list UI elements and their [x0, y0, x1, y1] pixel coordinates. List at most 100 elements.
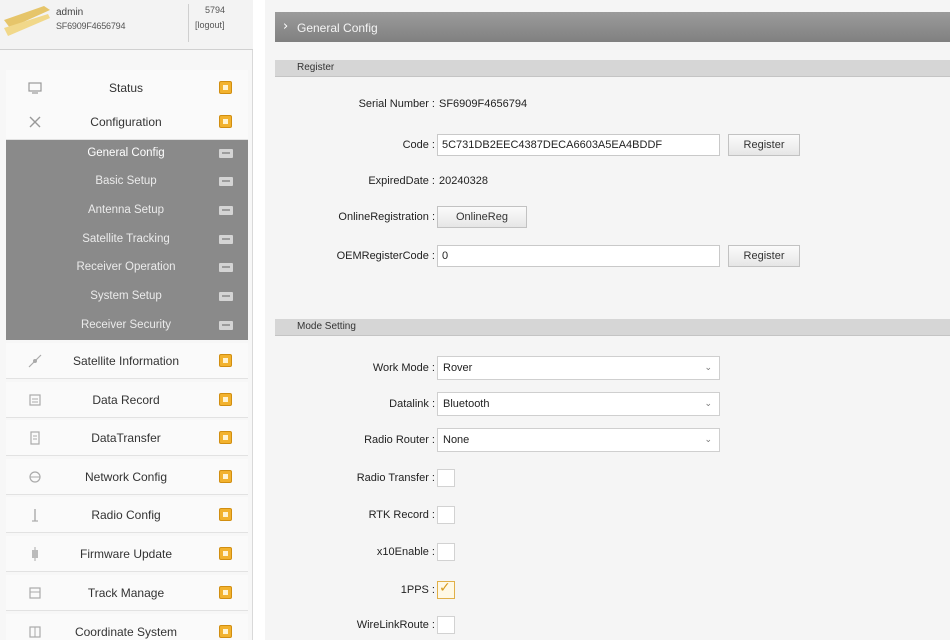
sidebar-item-coordinate-system[interactable]: Coordinate System: [6, 614, 248, 640]
sidebar-item-label: Track Manage: [87, 586, 165, 600]
code-input[interactable]: [437, 134, 720, 156]
submenu-item-satellite-tracking[interactable]: Satellite Tracking: [6, 226, 248, 254]
submenu-item-antenna-setup[interactable]: Antenna Setup: [6, 197, 248, 225]
logo-icon: [4, 6, 50, 36]
submenu-arrow-icon: [219, 263, 233, 272]
work-mode-value: Rover: [443, 362, 473, 374]
sidebar-item-network-config[interactable]: Network Config: [6, 459, 248, 495]
sidebar-item-datatransfer[interactable]: DataTransfer: [6, 420, 248, 456]
section-title: Register: [297, 62, 335, 73]
radio-router-select[interactable]: None ⌄: [437, 428, 720, 452]
sidebar-item-label: Coordinate System: [74, 625, 178, 639]
rtk-record-label: RTK Record :: [368, 509, 435, 521]
wirelink-route-checkbox[interactable]: [437, 616, 455, 634]
submenu-item-label: System Setup: [90, 290, 162, 302]
sidebar-item-label: Satellite Information: [72, 354, 180, 368]
configuration-submenu: General Config Basic Setup Antenna Setup…: [6, 140, 248, 340]
expand-badge-icon: [219, 431, 232, 444]
submenu-arrow-icon: [219, 235, 233, 244]
x10-enable-checkbox[interactable]: [437, 543, 455, 561]
sidebar-item-label: Data Record: [92, 393, 160, 407]
sidebar-item-label: Network Config: [84, 470, 168, 484]
logout-link[interactable]: [logout]: [195, 20, 225, 30]
pps-label: 1PPS :: [400, 584, 435, 596]
submenu-arrow-icon: [219, 292, 233, 301]
wirelink-route-label: WireLinkRoute :: [356, 619, 435, 631]
expand-badge-icon: [219, 625, 232, 638]
monitor-icon: [28, 82, 42, 94]
sidebar-item-track-manage[interactable]: Track Manage: [6, 575, 248, 611]
code-label: Code :: [402, 139, 435, 151]
oem-register-button[interactable]: Register: [728, 245, 800, 267]
chevron-down-icon: ⌄: [704, 399, 712, 409]
user-name: admin: [56, 7, 84, 18]
sidebar-item-label: DataTransfer: [91, 431, 161, 445]
expand-badge-icon: [219, 115, 232, 128]
expand-badge-icon: [219, 586, 232, 599]
user-serial: SF6909F4656794: [56, 21, 126, 31]
submenu-item-label: Antenna Setup: [87, 204, 165, 216]
submenu-item-receiver-operation[interactable]: Receiver Operation: [6, 254, 248, 282]
submenu-item-general-config[interactable]: General Config: [6, 140, 248, 168]
submenu-arrow-icon: [219, 206, 233, 215]
coordinate-icon: [29, 626, 41, 638]
work-mode-select[interactable]: Rover ⌄: [437, 356, 720, 380]
network-icon: [29, 471, 41, 483]
firmware-icon: [32, 547, 38, 561]
pps-checkbox[interactable]: ✓: [437, 580, 455, 599]
rtk-record-checkbox[interactable]: [437, 506, 455, 524]
expand-badge-icon: [219, 508, 232, 521]
datalink-value: Bluetooth: [443, 398, 490, 410]
work-mode-label: Work Mode :: [372, 362, 435, 374]
register-button[interactable]: Register: [728, 134, 800, 156]
sidebar-item-label: Firmware Update: [79, 547, 173, 561]
mode-setting-section-header: Mode Setting: [275, 319, 950, 336]
datalink-label: Datalink :: [389, 398, 435, 410]
sidebar-item-satellite-information[interactable]: Satellite Information: [6, 343, 248, 379]
serial-number-value: SF6909F4656794: [439, 98, 528, 110]
chevron-right-icon: ›: [283, 19, 289, 34]
radio-router-label: Radio Router :: [364, 434, 435, 446]
user-panel: admin SF6909F4656794 5794 [logout]: [0, 0, 253, 50]
submenu-item-receiver-security[interactable]: Receiver Security: [6, 312, 248, 340]
oem-register-code-input[interactable]: [437, 245, 720, 267]
sidebar: admin SF6909F4656794 5794 [logout] Statu…: [0, 0, 253, 640]
expired-date-value: 20240328: [439, 175, 488, 187]
oem-register-code-label: OEMRegisterCode :: [336, 250, 435, 262]
sidebar-item-radio-config[interactable]: Radio Config: [6, 497, 248, 533]
expired-date-label: ExpiredDate :: [368, 175, 435, 187]
x10-enable-label: x10Enable :: [376, 546, 435, 558]
submenu-item-label: Receiver Operation: [76, 261, 176, 273]
datalink-select[interactable]: Bluetooth ⌄: [437, 392, 720, 416]
sidebar-item-label: Radio Config: [91, 508, 161, 522]
radio-transfer-checkbox[interactable]: [437, 469, 455, 487]
section-title: Mode Setting: [297, 321, 356, 332]
radio-icon: [32, 509, 38, 522]
sidebar-item-firmware-update[interactable]: Firmware Update: [6, 536, 248, 572]
sidebar-item-configuration[interactable]: Configuration: [6, 104, 248, 140]
sidebar-item-status[interactable]: Status: [6, 70, 248, 106]
submenu-item-system-setup[interactable]: System Setup: [6, 283, 248, 311]
radio-router-value: None: [443, 434, 470, 446]
expand-badge-icon: [219, 470, 232, 483]
submenu-item-label: General Config: [87, 147, 165, 159]
user-id: 5794: [205, 5, 226, 15]
main-content: › General Config Register Serial Number …: [265, 0, 950, 640]
expand-badge-icon: [219, 393, 232, 406]
online-registration-label: OnlineRegistration :: [338, 211, 435, 223]
submenu-arrow-icon: [219, 177, 233, 186]
divider: [188, 4, 189, 42]
submenu-item-basic-setup[interactable]: Basic Setup: [6, 168, 248, 196]
expand-badge-icon: [219, 354, 232, 367]
radio-transfer-label: Radio Transfer :: [356, 472, 435, 484]
submenu-item-label: Satellite Tracking: [82, 233, 170, 245]
register-section-header: Register: [275, 60, 950, 77]
record-icon: [29, 394, 41, 406]
sidebar-item-label: Configuration: [90, 115, 162, 129]
sidebar-item-data-record[interactable]: Data Record: [6, 382, 248, 418]
expand-badge-icon: [219, 81, 232, 94]
page-title: General Config: [297, 21, 378, 35]
online-reg-button[interactable]: OnlineReg: [437, 206, 527, 228]
submenu-item-label: Receiver Security: [80, 319, 172, 331]
check-icon: ✓: [439, 580, 451, 596]
